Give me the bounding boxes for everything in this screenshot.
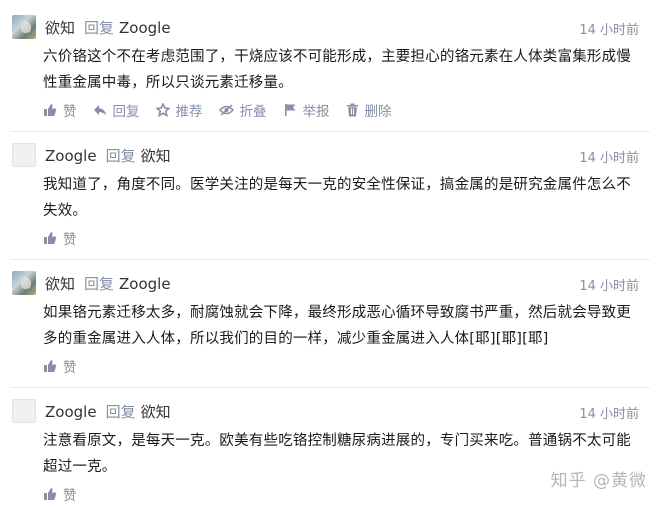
- author-name[interactable]: 欲知: [45, 275, 75, 293]
- like-button[interactable]: 赞: [43, 356, 77, 376]
- comment-header: 欲知 回复 Zoogle: [45, 17, 171, 38]
- star-icon: [155, 103, 170, 117]
- comment-text: 六价铬这个不在考虑范围了，干烧应该不可能形成，主要担心的铬元素在人体类富集形成慢…: [43, 49, 631, 91]
- reply-label: 回复: [105, 403, 136, 421]
- thumbs-up-icon: [44, 360, 57, 372]
- like-button[interactable]: 赞: [43, 228, 77, 248]
- comment-header: Zoogle 回复 欲知: [45, 145, 171, 166]
- divider: [10, 131, 650, 132]
- trash-icon: [346, 103, 358, 117]
- reply-label: 回复: [105, 147, 136, 165]
- reply-button[interactable]: 回复: [93, 100, 140, 120]
- reply-to-name[interactable]: 欲知: [141, 403, 171, 421]
- author-name[interactable]: Zoogle: [45, 403, 97, 421]
- avatar[interactable]: [12, 143, 36, 167]
- comment-actions: 赞: [43, 484, 93, 504]
- reply-to-name[interactable]: 欲知: [141, 147, 171, 165]
- delete-button[interactable]: 删除: [346, 100, 392, 120]
- report-button[interactable]: 举报: [283, 100, 330, 120]
- timestamp: 14 小时前: [579, 23, 639, 38]
- like-button[interactable]: 赞: [43, 484, 77, 504]
- avatar[interactable]: [12, 15, 36, 39]
- author-name[interactable]: 欲知: [45, 19, 75, 37]
- divider: [10, 259, 650, 260]
- comment-header: Zoogle 回复 欲知: [45, 401, 171, 422]
- divider: [10, 387, 650, 388]
- reply-label: 回复: [84, 19, 115, 37]
- thumbs-up-icon: [44, 488, 57, 500]
- avatar[interactable]: [12, 271, 36, 295]
- comment-header: 欲知 回复 Zoogle: [45, 273, 171, 294]
- comment-actions: 赞: [43, 356, 93, 376]
- watermark: 知乎 @黄微: [550, 471, 647, 491]
- fold-button[interactable]: 折叠: [218, 100, 267, 120]
- comment-actions: 赞 回复 推荐 折叠 举报 删除: [43, 100, 408, 120]
- avatar[interactable]: [12, 399, 36, 423]
- thumbs-up-icon: [44, 232, 57, 244]
- comment-actions: 赞: [43, 228, 93, 248]
- comment-text: 我知道了，角度不同。医学关注的是每天一克的安全性保证，搞金属的是研究金属件怎么不…: [43, 177, 631, 219]
- eye-off-icon: [218, 104, 234, 116]
- timestamp: 14 小时前: [579, 407, 639, 422]
- timestamp: 14 小时前: [579, 151, 639, 166]
- timestamp: 14 小时前: [579, 279, 639, 294]
- like-button[interactable]: 赞: [43, 100, 77, 120]
- flag-icon: [284, 104, 295, 116]
- reply-to-name[interactable]: Zoogle: [119, 19, 171, 37]
- recommend-button[interactable]: 推荐: [155, 100, 203, 120]
- reply-arrow-icon: [93, 105, 106, 115]
- reply-to-name[interactable]: Zoogle: [119, 275, 171, 293]
- thumbs-up-icon: [44, 104, 57, 116]
- author-name[interactable]: Zoogle: [45, 147, 97, 165]
- comment-text: 如果铬元素迁移太多，耐腐蚀就会下降，最终形成恶心循环导致腐书严重，然后就会导致更…: [43, 305, 631, 347]
- reply-label: 回复: [84, 275, 115, 293]
